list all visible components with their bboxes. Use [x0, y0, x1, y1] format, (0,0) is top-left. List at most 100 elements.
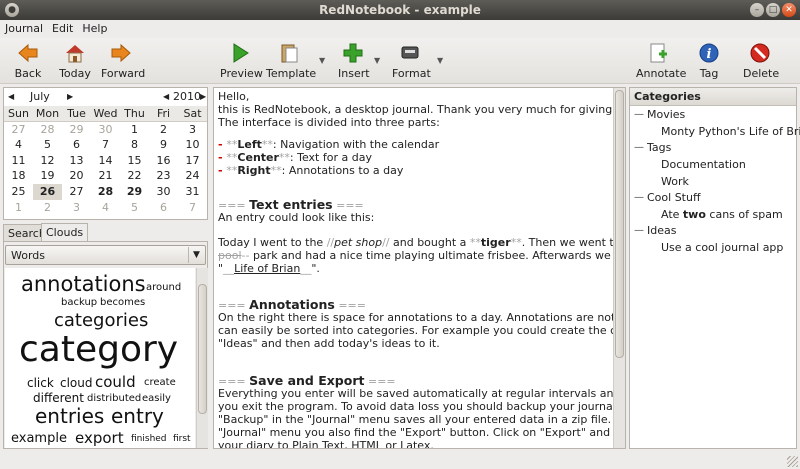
- collapse-icon[interactable]: —: [634, 142, 644, 153]
- category-tags[interactable]: Tags: [647, 141, 671, 154]
- maximize-icon[interactable]: □: [766, 3, 780, 17]
- format-button[interactable]: Format: [392, 42, 431, 80]
- calendar-day[interactable]: 17: [178, 153, 207, 169]
- category-entry[interactable]: Monty Python's Life of Brian: [661, 125, 800, 138]
- calendar-day[interactable]: 19: [33, 168, 62, 184]
- cloud-word[interactable]: around: [146, 282, 181, 293]
- cloud-word[interactable]: could: [95, 373, 136, 391]
- collapse-icon[interactable]: —: [634, 109, 644, 120]
- calendar-day[interactable]: 4: [91, 200, 120, 216]
- resize-grip-icon[interactable]: [787, 456, 798, 467]
- format-dropdown-icon[interactable]: ▼: [437, 56, 443, 65]
- calendar-day[interactable]: 27: [62, 184, 91, 200]
- template-button[interactable]: Template: [266, 42, 316, 80]
- calendar-day[interactable]: 27: [4, 122, 33, 138]
- calendar-day[interactable]: 30: [149, 184, 178, 200]
- delete-button[interactable]: Delete: [743, 42, 779, 80]
- prev-month-icon[interactable]: ◀: [8, 92, 14, 101]
- calendar-day[interactable]: 1: [120, 122, 149, 138]
- tab-clouds[interactable]: Clouds: [41, 223, 89, 241]
- calendar-day[interactable]: 8: [120, 137, 149, 153]
- menu-journal[interactable]: Journal: [0, 20, 47, 35]
- calendar-day[interactable]: 1: [4, 200, 33, 216]
- cloud-word[interactable]: distributed: [87, 393, 141, 404]
- calendar-day[interactable]: 15: [120, 153, 149, 169]
- calendar-day[interactable]: 23: [149, 168, 178, 184]
- cloud-word[interactable]: create: [144, 377, 176, 388]
- annotate-button[interactable]: Annotate: [636, 42, 686, 80]
- cloud-word[interactable]: cloud: [60, 376, 93, 390]
- calendar-day[interactable]: 16: [149, 153, 178, 169]
- calendar-day[interactable]: 24: [178, 168, 207, 184]
- next-month-icon[interactable]: ▶: [67, 92, 73, 101]
- calendar-day[interactable]: 28: [91, 184, 120, 200]
- calendar-day[interactable]: 31: [178, 184, 207, 200]
- calendar-day[interactable]: 3: [62, 200, 91, 216]
- cloud-scrollbar[interactable]: [196, 268, 208, 448]
- cloud-word[interactable]: entry: [111, 404, 164, 428]
- cloud-word[interactable]: first: [173, 434, 191, 444]
- calendar-day[interactable]: 6: [149, 200, 178, 216]
- back-button[interactable]: Back: [14, 42, 42, 80]
- calendar-day[interactable]: 2: [149, 122, 178, 138]
- collapse-icon[interactable]: —: [634, 225, 644, 236]
- calendar-day[interactable]: 18: [4, 168, 33, 184]
- minimize-icon[interactable]: –: [750, 3, 764, 17]
- category-entry[interactable]: Documentation: [661, 158, 746, 171]
- calendar-day[interactable]: 3: [178, 122, 207, 138]
- cloud-word[interactable]: easily: [142, 393, 171, 404]
- collapse-icon[interactable]: —: [634, 192, 644, 203]
- calendar-day[interactable]: 11: [4, 153, 33, 169]
- categories-header[interactable]: Categories: [630, 88, 796, 106]
- calendar-day[interactable]: 13: [62, 153, 91, 169]
- calendar-day[interactable]: 9: [149, 137, 178, 153]
- category-movies[interactable]: Movies: [647, 108, 685, 121]
- cloud-word[interactable]: categories: [54, 310, 148, 331]
- calendar-day[interactable]: 12: [33, 153, 62, 169]
- cloud-word[interactable]: finished: [131, 434, 167, 444]
- category-entry[interactable]: Ate two cans of spam: [661, 208, 783, 221]
- calendar-day-selected[interactable]: 26: [33, 183, 62, 200]
- menu-help[interactable]: Help: [77, 20, 111, 35]
- insert-dropdown-icon[interactable]: ▼: [374, 56, 380, 65]
- editor-scrollbar[interactable]: [613, 88, 625, 448]
- cloud-word[interactable]: different: [33, 391, 84, 405]
- calendar-day[interactable]: 6: [62, 137, 91, 153]
- day-text-editor[interactable]: Hello, this is RedNotebook, a desktop jo…: [213, 87, 626, 449]
- cloud-word[interactable]: annotations: [21, 272, 146, 296]
- prev-year-icon[interactable]: ◀: [163, 92, 169, 101]
- calendar-day[interactable]: 7: [91, 137, 120, 153]
- calendar-day[interactable]: 28: [33, 122, 62, 138]
- calendar-day[interactable]: 30: [91, 122, 120, 138]
- category-cool-stuff[interactable]: Cool Stuff: [647, 191, 701, 204]
- preview-button[interactable]: Preview: [220, 42, 263, 80]
- category-entry[interactable]: Use a cool journal app: [661, 241, 783, 254]
- forward-button[interactable]: Forward: [101, 42, 145, 80]
- calendar-day[interactable]: 25: [4, 184, 33, 200]
- cloud-word[interactable]: backup: [61, 297, 97, 308]
- category-ideas[interactable]: Ideas: [647, 224, 676, 237]
- cloud-word[interactable]: entries: [35, 404, 104, 428]
- editor-scrollbar-thumb[interactable]: [615, 90, 624, 358]
- calendar-day[interactable]: 20: [62, 168, 91, 184]
- calendar-day[interactable]: 5: [33, 137, 62, 153]
- close-icon[interactable]: ✕: [782, 3, 796, 17]
- calendar-day[interactable]: 7: [178, 200, 207, 216]
- category-entry[interactable]: Work: [661, 175, 689, 188]
- calendar-day[interactable]: 4: [4, 137, 33, 153]
- cloud-type-select[interactable]: Words ▼: [5, 245, 206, 265]
- calendar-day[interactable]: 21: [91, 168, 120, 184]
- today-button[interactable]: Today: [58, 42, 92, 80]
- cloud-word[interactable]: click: [27, 376, 54, 390]
- cloud-word[interactable]: becomes: [100, 297, 145, 308]
- tag-button[interactable]: i Tag: [697, 42, 721, 80]
- calendar-day[interactable]: 10: [178, 137, 207, 153]
- cloud-word[interactable]: example: [11, 431, 67, 446]
- cloud-word[interactable]: category: [19, 329, 178, 370]
- menu-edit[interactable]: Edit: [47, 20, 77, 35]
- calendar-day[interactable]: 29: [120, 184, 149, 200]
- cloud-word[interactable]: export: [75, 429, 124, 447]
- calendar-day[interactable]: 14: [91, 153, 120, 169]
- calendar-day[interactable]: 29: [62, 122, 91, 138]
- cloud-scrollbar-thumb[interactable]: [198, 284, 207, 414]
